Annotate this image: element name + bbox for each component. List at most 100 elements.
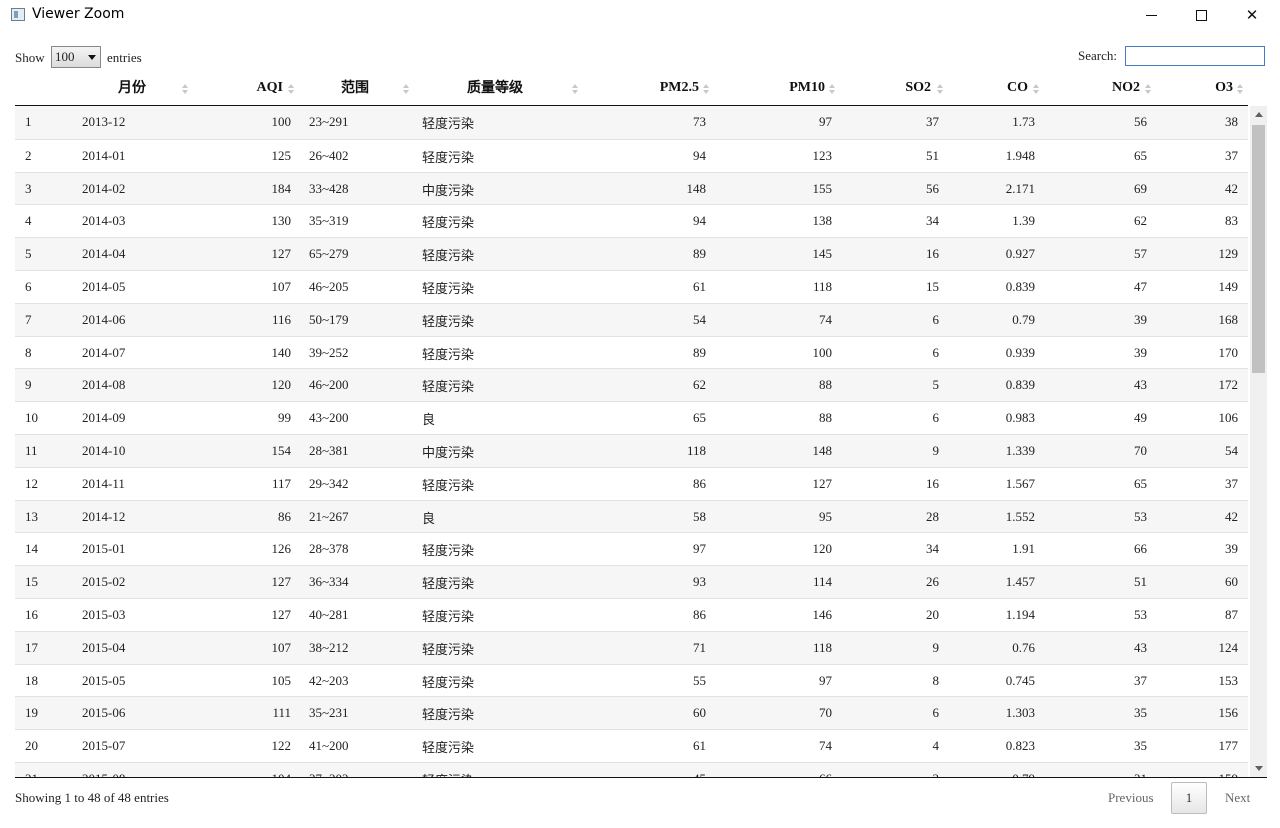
next-button[interactable]: Next xyxy=(1225,790,1250,806)
cell-so2: 8 xyxy=(932,672,940,688)
cell-o3: 172 xyxy=(1218,377,1239,393)
window-title: Viewer Zoom xyxy=(32,6,125,22)
cell-o3: 54 xyxy=(1225,443,1238,458)
cell-range: 26~402 xyxy=(309,147,349,163)
cell-quality: 轻度污染 xyxy=(422,282,475,297)
cell-no2: 53 xyxy=(1134,607,1147,622)
cell-so2: 9 xyxy=(932,639,940,655)
cell-pm25: 94 xyxy=(693,213,706,229)
cell-co: 1.948 xyxy=(1005,147,1035,163)
search-label: Search: xyxy=(1078,48,1117,63)
cell-aqi: 107 xyxy=(271,639,292,655)
cell-pm10: 88 xyxy=(819,410,832,426)
cell-co: 0.839 xyxy=(1005,377,1035,393)
cell-range: 38~212 xyxy=(309,639,349,655)
cell-co: 1.552 xyxy=(1005,508,1035,524)
cell-o3: 60 xyxy=(1225,574,1238,590)
entries-select[interactable]: 100 xyxy=(51,46,101,68)
cell-pm25: 89 xyxy=(693,246,706,262)
cell-so2: 16 xyxy=(926,246,939,262)
cell-quality: 轻度污染 xyxy=(422,544,475,560)
cell-aqi: 117 xyxy=(271,475,291,491)
cell-month: 2014-03 xyxy=(82,213,126,229)
cell-no2: 43 xyxy=(1134,377,1147,393)
table-row: 13 2014-12 86 21~267 良 58 95 28 1.552 53 42 xyxy=(15,499,1248,533)
cell-pm10: 88 xyxy=(819,377,832,393)
cell-pm25: 89 xyxy=(693,344,706,360)
cell-month: 2014-05 xyxy=(82,279,126,294)
cell-no2: 65 xyxy=(1134,147,1147,163)
cell-quality: 轻度污染 xyxy=(422,249,475,265)
cell-pm10: 127 xyxy=(812,475,833,491)
scroll-thumb[interactable] xyxy=(1252,125,1265,373)
cell-row-number: 18 xyxy=(25,672,38,688)
cell-range: 41~200 xyxy=(309,738,349,754)
cell-pm10: 74 xyxy=(819,738,832,754)
cell-range: 28~378 xyxy=(309,541,349,557)
cell-so2: 6 xyxy=(932,410,940,426)
cell-row-number: 13 xyxy=(25,508,38,524)
cell-range: 50~179 xyxy=(309,311,349,327)
cell-pm10: 118 xyxy=(812,639,832,655)
cell-pm25: 55 xyxy=(693,672,706,688)
cell-month: 2014-09 xyxy=(82,410,126,426)
cell-pm10: 95 xyxy=(819,508,832,524)
maximize-icon xyxy=(1195,9,1207,21)
header-o3[interactable]: O3 xyxy=(15,74,1233,105)
title-bar: Viewer Zoom ✕ xyxy=(0,0,1280,30)
cell-so2: 28 xyxy=(926,508,939,524)
cell-range: 36~334 xyxy=(309,574,349,590)
table-row: 19 2015-06 111 35~231 轻度污染 60 70 6 1.303 35 156 xyxy=(15,696,1248,730)
cell-so2: 20 xyxy=(926,607,939,622)
cell-range: 35~231 xyxy=(309,705,349,721)
cell-row-number: 14 xyxy=(25,541,38,557)
cell-o3: 39 xyxy=(1225,541,1238,557)
cell-so2: 6 xyxy=(932,705,940,721)
cell-no2: 37 xyxy=(1134,672,1147,688)
cell-so2: 4 xyxy=(932,738,940,754)
close-button[interactable]: ✕ xyxy=(1229,0,1275,30)
cell-pm10: 74 xyxy=(819,311,832,327)
cell-aqi: 125 xyxy=(271,147,292,163)
cell-pm25: 118 xyxy=(686,443,706,458)
cell-quality: 良 xyxy=(422,413,436,429)
cell-quality: 轻度污染 xyxy=(422,117,475,132)
cell-aqi: 127 xyxy=(271,607,292,622)
cell-range: 43~200 xyxy=(309,410,349,426)
cell-o3: 37 xyxy=(1225,475,1238,491)
cell-row-number: 8 xyxy=(25,344,32,360)
cell-quality: 良 xyxy=(422,511,436,527)
search-input[interactable] xyxy=(1125,46,1265,66)
cell-o3: 156 xyxy=(1218,705,1239,721)
cell-range: 39~252 xyxy=(309,344,349,360)
sort-icon[interactable] xyxy=(1237,84,1243,96)
scroll-up-button[interactable] xyxy=(1250,106,1267,123)
cell-co: 2.171 xyxy=(1005,180,1035,196)
table-row: 20 2015-07 122 41~200 轻度污染 61 74 4 0.823 35 177 xyxy=(15,729,1248,763)
minimize-button[interactable] xyxy=(1128,0,1174,30)
cell-co: 1.39 xyxy=(1012,213,1035,229)
table-row: 1 2013-12 100 23~291 轻度污染 73 97 37 1.73 56 38 xyxy=(15,106,1248,139)
vertical-scrollbar[interactable] xyxy=(1250,106,1267,777)
table-row: 16 2015-03 127 40~281 轻度污染 86 146 20 1.194 53 87 xyxy=(15,598,1248,631)
cell-month: 2014-11 xyxy=(82,475,125,491)
cell-so2: 15 xyxy=(926,279,939,294)
cell-aqi: 126 xyxy=(271,541,292,557)
maximize-button[interactable] xyxy=(1178,0,1224,30)
cell-aqi: 154 xyxy=(271,443,292,458)
cell-row-number: 1 xyxy=(25,114,32,129)
header-o3-label: O3 xyxy=(1215,80,1233,95)
cell-month: 2013-12 xyxy=(82,114,126,129)
cell-pm10: 100 xyxy=(812,344,833,360)
previous-button[interactable]: Previous xyxy=(1108,790,1154,806)
cell-co: 1.303 xyxy=(1005,705,1035,721)
cell-pm25: 86 xyxy=(693,475,706,491)
page-1-button[interactable]: 1 xyxy=(1171,782,1207,814)
cell-aqi: 86 xyxy=(278,508,291,524)
cell-aqi: 99 xyxy=(278,410,291,426)
cell-range: 33~428 xyxy=(309,180,349,196)
cell-no2: 70 xyxy=(1134,443,1147,458)
scroll-down-button[interactable] xyxy=(1250,760,1267,777)
cell-so2: 56 xyxy=(926,180,939,196)
cell-no2: 35 xyxy=(1134,705,1147,721)
